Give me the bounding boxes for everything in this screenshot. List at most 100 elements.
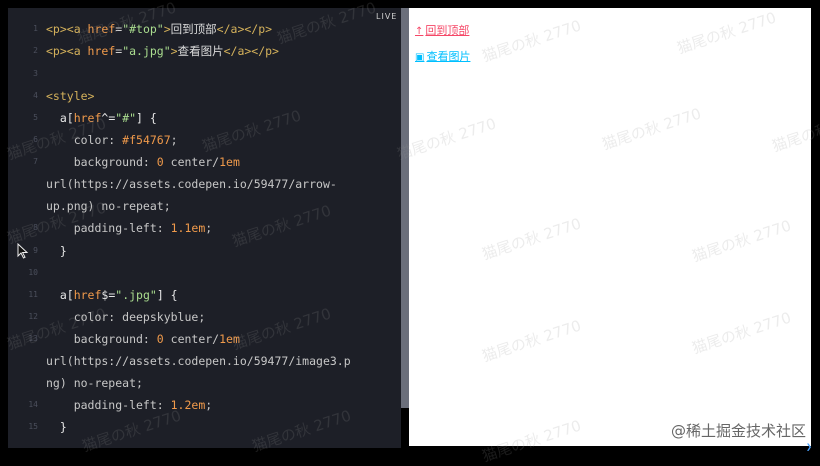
code-line: 1 <p><a href="#top">回到顶部</a></p> — [8, 18, 401, 40]
code-line: 4 <style> — [8, 85, 401, 107]
line-number: 15 — [28, 422, 38, 431]
code-line: 12 color: deepskyblue; — [8, 306, 401, 328]
code-text: color: #f54767; — [46, 129, 178, 151]
code-line: 11 a[href$=".jpg"] { — [8, 284, 401, 306]
line-number: 13 — [28, 334, 38, 343]
code-text: <p><a href="a.jpg">查看图片</a></p> — [46, 40, 279, 62]
code-token: 1.1em — [170, 221, 206, 235]
code-line: 3 — [8, 63, 401, 85]
code-text: <style> — [46, 85, 94, 107]
line-number: 8 — [33, 223, 38, 232]
code-line: 15 } — [8, 416, 401, 438]
code-line: 8 padding-left: 1.1em; — [8, 217, 401, 239]
corner-chevron-icon: ❯ — [805, 442, 812, 453]
code-token: > — [170, 44, 178, 58]
line-number: 14 — [28, 400, 38, 409]
code-token: <style> — [46, 89, 95, 103]
preview-pane: ↑ 回到顶部 ▣ 查看图片 — [409, 8, 811, 446]
code-token: ^= — [101, 111, 116, 125]
code-token: a[ — [46, 111, 74, 125]
code-token: color: — [46, 133, 123, 147]
code-token: href — [73, 288, 102, 302]
code-line: 6 color: #f54767; — [8, 129, 401, 151]
back-to-top-label: 回到顶部 — [425, 24, 470, 37]
live-label: LIVE — [376, 12, 398, 21]
code-token: <p><a — [46, 44, 88, 58]
code-token: 0 — [156, 332, 164, 346]
code-token: ; — [205, 221, 213, 235]
code-token: "#top" — [122, 22, 164, 36]
code-text: padding-left: 1.2em; — [46, 394, 213, 416]
code-token: 回到顶部 — [170, 22, 217, 36]
code-token: 查看图片 — [177, 44, 224, 58]
code-token: #f54767 — [122, 133, 171, 147]
code-line: url(https://assets.codepen.io/59477/arro… — [8, 173, 401, 195]
code-token: 1.2em — [170, 398, 206, 412]
code-token: href — [87, 22, 116, 36]
code-text: url(https://assets.codepen.io/59477/arro… — [46, 173, 337, 195]
line-number: 7 — [33, 157, 38, 166]
code-text: a[href$=".jpg"] { — [46, 284, 178, 306]
code-token: <p><a — [46, 22, 88, 36]
back-to-top-link[interactable]: ↑ 回到顶部 — [415, 22, 469, 38]
view-image-link[interactable]: ▣ 查看图片 — [415, 48, 470, 64]
code-token: url(https://assets.codepen.io/59477/imag… — [46, 354, 351, 368]
code-line: 9 } — [8, 240, 401, 262]
image-icon: ▣ — [415, 52, 425, 63]
code-token: a[ — [46, 288, 74, 302]
code-token: up.png) no-repeat; — [46, 199, 171, 213]
code-token: ] { — [136, 111, 157, 125]
view-image-label: 查看图片 — [426, 50, 471, 63]
code-token: center/ — [163, 332, 220, 346]
code-line: url(https://assets.codepen.io/59477/imag… — [8, 350, 401, 372]
line-number: 12 — [28, 312, 38, 321]
code-text: <p><a href="#top">回到顶部</a></p> — [46, 18, 272, 40]
editor-scrollbar[interactable] — [401, 8, 409, 408]
line-number: 6 — [33, 135, 38, 144]
code-text: color: deepskyblue; — [46, 306, 206, 328]
code-token: 0 — [156, 155, 164, 169]
code-token: 1em — [219, 155, 240, 169]
code-token: url(https://assets.codepen.io/59477/arro… — [46, 177, 337, 191]
credit-watermark: @稀土掘金技术社区 — [670, 422, 806, 440]
code-token: ] { — [156, 288, 178, 302]
code-token: > — [163, 22, 171, 36]
code-text: background: 0 center/1em — [46, 151, 240, 173]
code-token: "a.jpg" — [122, 44, 171, 58]
code-line: 13 background: 0 center/1em — [8, 328, 401, 350]
code-text: } — [46, 240, 67, 262]
code-token: href — [87, 44, 116, 58]
code-token: padding-left: — [46, 221, 171, 235]
code-line: 10 — [8, 262, 401, 284]
code-line: 5 a[href^="#"] { — [8, 107, 401, 129]
code-token: ; — [205, 398, 213, 412]
code-token: center/ — [163, 155, 220, 169]
code-text: url(https://assets.codepen.io/59477/imag… — [46, 350, 351, 372]
code-token: ng) no-repeat; — [46, 376, 143, 390]
code-line: 7 background: 0 center/1em — [8, 151, 401, 173]
line-number: 4 — [33, 91, 38, 100]
code-text: up.png) no-repeat; — [46, 195, 171, 217]
code-text: background: 0 center/1em — [46, 328, 240, 350]
code-token: background: — [46, 332, 157, 346]
code-token: </a></p> — [216, 22, 273, 36]
code-token: } — [46, 420, 67, 434]
code-editor[interactable]: 1 <p><a href="#top">回到顶部</a></p> 2 <p><a hr… — [8, 8, 401, 448]
code-token: ".jpg" — [115, 288, 157, 302]
code-line: ng) no-repeat; — [8, 372, 401, 394]
code-line: up.png) no-repeat; — [8, 195, 401, 217]
mouse-pointer-icon — [17, 243, 29, 259]
code-token: href — [73, 111, 102, 125]
code-text: ng) no-repeat; — [46, 372, 143, 394]
line-number: 10 — [28, 268, 38, 277]
line-number: 1 — [33, 24, 38, 33]
code-token: </a></p> — [223, 44, 279, 58]
line-number: 5 — [33, 113, 38, 122]
code-text: } — [46, 416, 67, 438]
line-number: 2 — [33, 46, 38, 55]
code-token: $= — [101, 288, 116, 302]
code-token: 1em — [219, 332, 240, 346]
line-number: 3 — [33, 69, 38, 78]
code-token: padding-left: — [46, 398, 171, 412]
code-text: a[href^="#"] { — [46, 107, 157, 129]
